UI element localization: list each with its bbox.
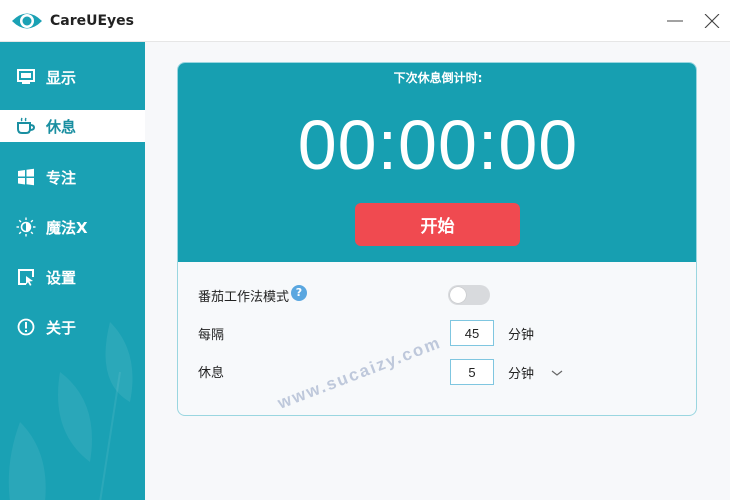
- chevron-down-icon[interactable]: [551, 368, 563, 378]
- sidebar-item-rest[interactable]: 休息: [0, 110, 145, 142]
- sidebar-item-magic-x[interactable]: 魔法X: [0, 211, 145, 243]
- toggle-knob: [450, 287, 466, 303]
- help-icon[interactable]: ?: [291, 285, 307, 301]
- interval-label: 每隔: [198, 328, 225, 343]
- sidebar-item-settings[interactable]: 设置: [0, 261, 145, 293]
- title-bar: CareUEyes: [0, 0, 730, 42]
- coffee-cup-icon: [16, 116, 36, 136]
- sidebar-item-label: 设置: [46, 268, 77, 287]
- pomodoro-toggle[interactable]: [448, 285, 490, 305]
- main-panel: 下次休息倒计时: 00:00:00 开始 番茄工作法模式 ? 每隔 分钟 休息 …: [145, 42, 730, 500]
- window-cursor-icon: [16, 267, 36, 287]
- minimize-button[interactable]: [661, 8, 689, 34]
- timer-panel: 下次休息倒计时: 00:00:00 开始: [178, 63, 696, 262]
- windows-icon: [16, 167, 36, 187]
- rest-duration-unit: 分钟: [508, 367, 535, 382]
- close-icon: [704, 14, 720, 28]
- sidebar-item-label: 魔法X: [46, 218, 88, 237]
- rest-duration-input[interactable]: [450, 359, 494, 385]
- close-button[interactable]: [698, 8, 726, 34]
- sidebar-item-display[interactable]: 显示: [0, 61, 145, 93]
- start-button[interactable]: 开始: [355, 203, 520, 246]
- sidebar-item-focus[interactable]: 专注: [0, 161, 145, 193]
- eye-icon: [12, 13, 42, 29]
- countdown-label: 下次休息倒计时:: [393, 71, 483, 85]
- sidebar: 显示 休息 专注 魔法X 设置 关于: [0, 42, 145, 500]
- pomodoro-mode-label: 番茄工作法模式: [198, 290, 290, 305]
- countdown-time: 00:00:00: [297, 106, 579, 184]
- rest-duration-label: 休息: [198, 366, 225, 381]
- sidebar-item-label: 休息: [46, 117, 77, 136]
- info-icon: [16, 317, 36, 337]
- sidebar-item-label: 关于: [46, 318, 77, 337]
- monitor-icon: [16, 67, 36, 87]
- rest-card: 下次休息倒计时: 00:00:00 开始 番茄工作法模式 ? 每隔 分钟 休息 …: [177, 62, 697, 416]
- sun-moon-icon: [16, 217, 36, 237]
- app-title: CareUEyes: [50, 13, 135, 29]
- minimize-icon: [667, 20, 683, 22]
- sidebar-item-label: 显示: [46, 68, 77, 87]
- sidebar-item-label: 专注: [46, 168, 77, 187]
- interval-input[interactable]: [450, 320, 494, 346]
- interval-unit: 分钟: [508, 328, 535, 343]
- sidebar-item-about[interactable]: 关于: [0, 311, 145, 343]
